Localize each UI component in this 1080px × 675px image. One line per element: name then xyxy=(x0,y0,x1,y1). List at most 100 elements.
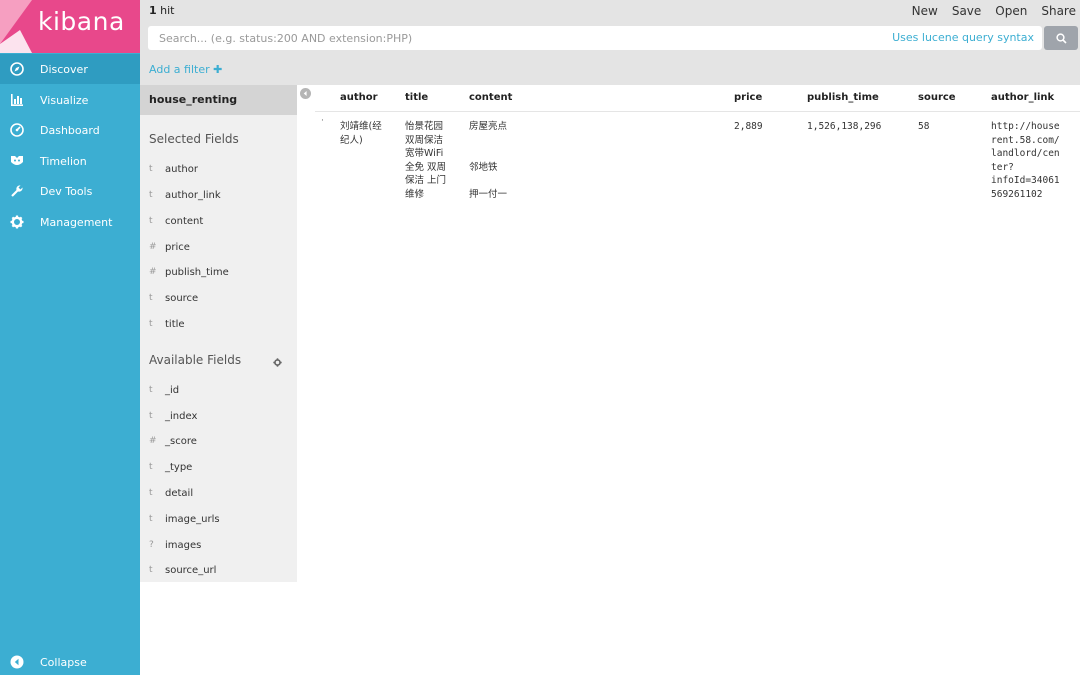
field-source-url[interactable]: t source_url xyxy=(149,561,289,579)
share-button[interactable]: Share xyxy=(1041,4,1076,18)
nav-label: Management xyxy=(40,215,113,229)
bar-chart-icon xyxy=(9,92,25,108)
field-type-icon: t xyxy=(149,385,153,395)
field-type-icon: # xyxy=(149,267,157,277)
field-type-icon: t xyxy=(149,462,153,472)
search-button[interactable] xyxy=(1044,26,1078,50)
cell-content: 房屋亮点 邻地铁 押一付一 xyxy=(469,121,508,200)
field-sidebar: house_renting Selected Fields t author t a… xyxy=(140,85,297,582)
field-name: title xyxy=(165,318,185,330)
field-name: content xyxy=(165,215,204,227)
selected-fields-title: Selected Fields xyxy=(149,132,239,146)
field-index[interactable]: t _index xyxy=(149,407,289,425)
collapse-icon xyxy=(9,654,25,670)
field-name: _index xyxy=(165,410,198,422)
field-type-icon: t xyxy=(149,488,153,498)
field-type-icon: t xyxy=(149,216,153,226)
column-header-source[interactable]: source xyxy=(918,92,956,103)
nav-item-dashboard[interactable]: Dashboard xyxy=(0,115,140,145)
search-box: Uses lucene query syntax xyxy=(148,26,1042,50)
open-button[interactable]: Open xyxy=(995,4,1027,18)
available-fields-gear-icon[interactable] xyxy=(273,357,282,370)
field-price[interactable]: # price xyxy=(149,238,289,256)
field-type-icon: t xyxy=(149,319,153,329)
field-type-icon: ? xyxy=(149,540,154,550)
field-type-icon: t xyxy=(149,190,153,200)
cell-author: 刘靖维(经 纪人) xyxy=(340,121,382,146)
field-type-icon: t xyxy=(149,565,153,575)
nav-label: Dev Tools xyxy=(40,184,93,198)
nav-item-management[interactable]: Management xyxy=(0,207,140,237)
column-header-content[interactable]: content xyxy=(469,92,512,103)
wrench-icon xyxy=(9,183,25,199)
available-fields-title: Available Fields xyxy=(149,353,242,367)
nav-item-visualize[interactable]: Visualize xyxy=(0,85,140,115)
lucene-syntax-link[interactable]: Uses lucene query syntax xyxy=(892,31,1034,44)
top-actions: New Save Open Share xyxy=(898,4,1076,18)
nav-label: Dashboard xyxy=(40,123,100,137)
kibana-logo[interactable]: kibana xyxy=(0,0,140,53)
field-author[interactable]: t author xyxy=(149,160,289,178)
top-bar: 1 hit New Save Open Share Uses lucene qu… xyxy=(140,0,1080,58)
field-name: _type xyxy=(165,461,193,473)
field-name: source xyxy=(165,292,199,304)
compass-icon xyxy=(9,61,25,77)
field-name: _id xyxy=(165,384,180,396)
save-button[interactable]: Save xyxy=(952,4,981,18)
field-name: publish_time xyxy=(165,266,229,278)
field-image-urls[interactable]: t image_urls xyxy=(149,510,289,528)
field-content[interactable]: t content xyxy=(149,212,289,230)
field-publish-time[interactable]: # publish_time xyxy=(149,263,289,281)
column-header-publish-time[interactable]: publish_time xyxy=(807,92,879,103)
column-header-author[interactable]: author xyxy=(340,92,378,103)
logo-text: kibana xyxy=(38,7,125,36)
kibana-logo-icon xyxy=(0,0,32,53)
cell-author-link: http://house rent.58.com/ landlord/cen t… xyxy=(991,121,1060,200)
field-type[interactable]: t _type xyxy=(149,458,289,476)
side-nav: kibana Discover Visualize Dashboard Time… xyxy=(0,0,140,675)
search-input[interactable] xyxy=(148,26,888,50)
field-name: images xyxy=(165,539,202,551)
field-score[interactable]: # _score xyxy=(149,432,289,450)
hits-count: 1 hit xyxy=(149,4,175,17)
field-source[interactable]: t source xyxy=(149,289,289,307)
field-type-icon: t xyxy=(149,293,153,303)
field-type-icon: t xyxy=(149,411,153,421)
row-expand-toggle[interactable]: · xyxy=(321,116,324,126)
column-header-author-link[interactable]: author_link xyxy=(991,92,1054,103)
dashboard-icon xyxy=(9,122,25,138)
field-name: _score xyxy=(165,435,197,447)
cell-publish-time: 1,526,138,296 xyxy=(807,121,882,132)
index-pattern[interactable]: house_renting xyxy=(140,85,297,115)
nav-label: Visualize xyxy=(40,93,89,107)
add-filter-link[interactable]: Add a filter ✚ xyxy=(149,63,222,76)
field-name: author xyxy=(165,163,198,175)
field-type-icon: # xyxy=(149,242,157,252)
field-name: author_link xyxy=(165,189,221,201)
filter-bar: Add a filter ✚ xyxy=(140,58,1080,85)
field-detail[interactable]: t detail xyxy=(149,484,289,502)
nav-label: Discover xyxy=(40,62,88,76)
field-name: price xyxy=(165,241,190,253)
field-title[interactable]: t title xyxy=(149,315,289,333)
search-icon xyxy=(1055,32,1067,44)
nav-label: Timelion xyxy=(40,154,87,168)
field-id[interactable]: t _id xyxy=(149,381,289,399)
field-images[interactable]: ? images xyxy=(149,536,289,554)
nav-item-timelion[interactable]: Timelion xyxy=(0,146,140,176)
field-name: source_url xyxy=(165,564,217,576)
cell-source: 58 xyxy=(918,121,930,132)
column-header-title[interactable]: title xyxy=(405,92,428,103)
nav-collapse[interactable]: Collapse xyxy=(0,647,140,675)
nav-item-dev-tools[interactable]: Dev Tools xyxy=(0,176,140,206)
collapse-sidebar-icon[interactable] xyxy=(300,88,311,102)
new-button[interactable]: New xyxy=(912,4,938,18)
nav-item-discover[interactable]: Discover xyxy=(0,54,140,84)
plus-icon: ✚ xyxy=(213,63,223,76)
field-type-icon: t xyxy=(149,164,153,174)
column-header-price[interactable]: price xyxy=(734,92,762,103)
cell-title: 怡景花园 双周保洁 宽带WiFi 全免 双周 保洁 上门 维修 xyxy=(405,121,447,200)
field-type-icon: t xyxy=(149,514,153,524)
field-name: image_urls xyxy=(165,513,220,525)
field-author-link[interactable]: t author_link xyxy=(149,186,289,204)
